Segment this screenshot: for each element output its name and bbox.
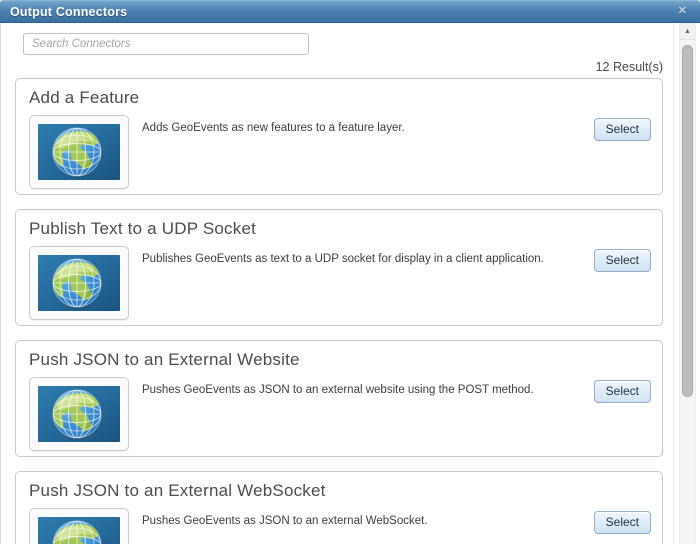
connector-thumbnail (29, 377, 129, 451)
connector-card: Push JSON to an External Website Pushes … (15, 340, 663, 457)
select-button[interactable]: Select (593, 249, 651, 272)
connector-row: Adds GeoEvents as new features to a feat… (26, 115, 652, 189)
connector-description: Pushes GeoEvents as JSON to an external … (142, 384, 534, 396)
select-button[interactable]: Select (593, 511, 651, 534)
connector-title: Publish Text to a UDP Socket (29, 219, 257, 238)
connector-thumbnail (29, 246, 129, 320)
search-input[interactable] (23, 33, 309, 55)
connector-card: Push JSON to an External WebSocket Pushe… (15, 471, 663, 544)
globe-icon (38, 124, 120, 180)
connector-row: Pushes GeoEvents as JSON to an external … (26, 377, 652, 451)
connector-description: Adds GeoEvents as new features to a feat… (142, 122, 405, 134)
globe-icon (38, 255, 120, 311)
globe-icon (38, 386, 120, 442)
dialog-content: 12 Result(s) Add a Feature (0, 23, 674, 544)
connector-row: Pushes GeoEvents as JSON to an external … (26, 508, 652, 544)
connector-card: Publish Text to a UDP Socket Publishes G… (15, 209, 663, 326)
globe-icon (38, 517, 120, 544)
connector-thumbnail (29, 115, 129, 189)
connector-title: Push JSON to an External WebSocket (29, 481, 326, 500)
connector-title: Add a Feature (29, 88, 140, 107)
connector-description: Pushes GeoEvents as JSON to an external … (142, 515, 428, 527)
dialog-title: Output Connectors (10, 4, 128, 19)
connector-thumbnail (29, 508, 129, 544)
connector-card: Add a Feature Adds GeoEvents as new feat… (15, 78, 663, 195)
select-button[interactable]: Select (593, 380, 651, 403)
connector-title: Push JSON to an External Website (29, 350, 300, 369)
scrollbar-thumb[interactable] (682, 45, 693, 397)
connector-list: Add a Feature Adds GeoEvents as new feat… (1, 78, 673, 544)
vertical-scrollbar[interactable]: ▲ (679, 23, 696, 544)
connector-row: Publishes GeoEvents as text to a UDP soc… (26, 246, 652, 320)
connector-description: Publishes GeoEvents as text to a UDP soc… (142, 253, 544, 265)
select-button[interactable]: Select (593, 118, 651, 141)
results-count: 12 Result(s) (595, 60, 663, 74)
dialog-titlebar[interactable]: Output Connectors ✕ (0, 0, 700, 23)
scroll-up-arrow-icon[interactable]: ▲ (680, 23, 695, 40)
close-icon[interactable]: ✕ (675, 4, 690, 19)
